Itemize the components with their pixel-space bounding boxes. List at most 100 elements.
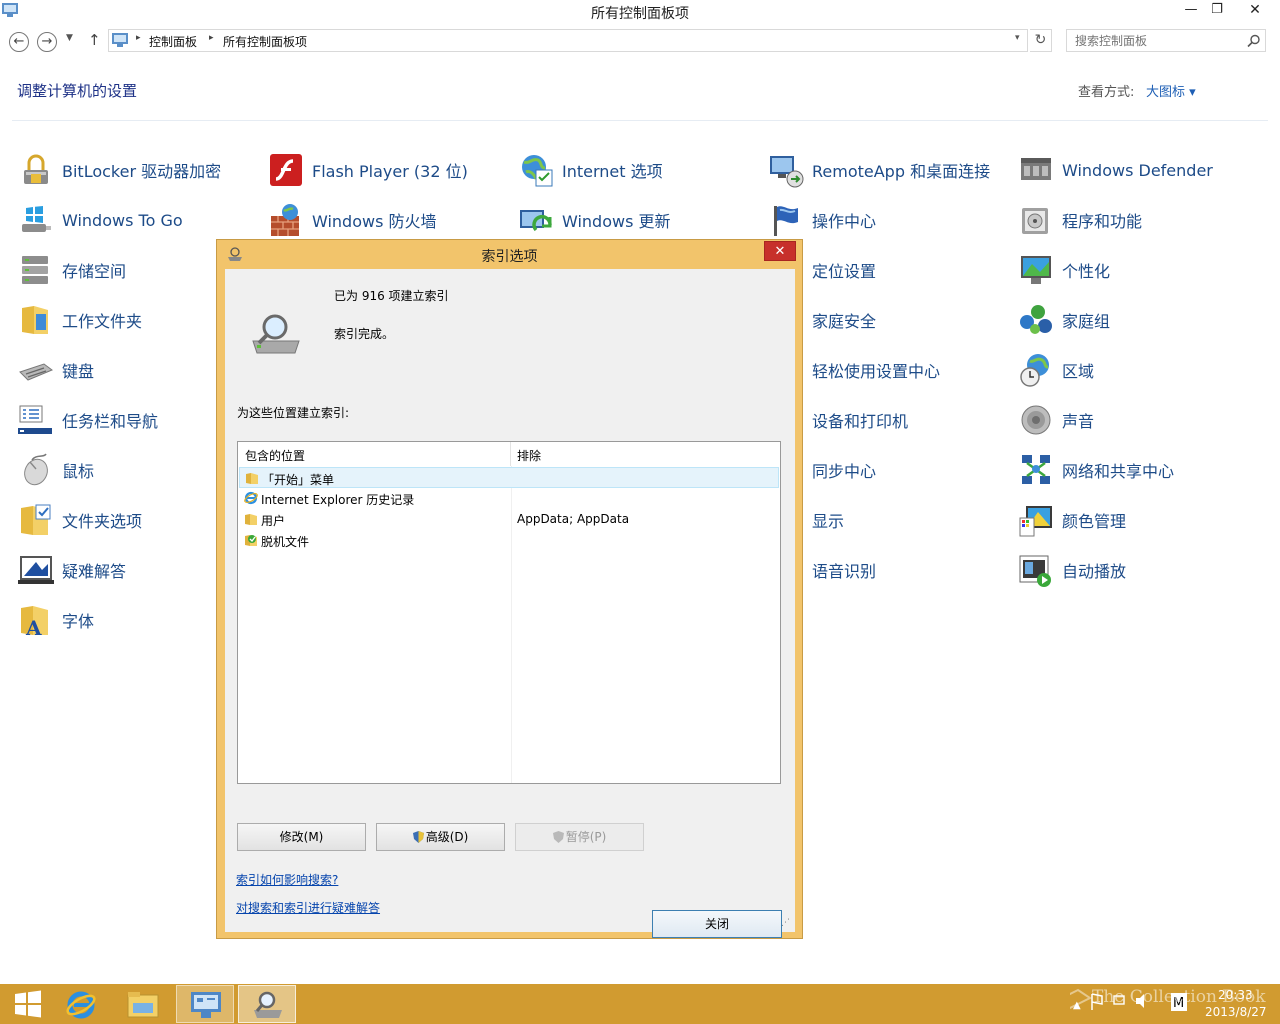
cp-item-label: 家庭安全 bbox=[812, 312, 877, 331]
cp-item-label: 疑难解答 bbox=[62, 562, 127, 581]
search-box[interactable] bbox=[1066, 29, 1266, 52]
indexed-location-row[interactable]: 脱机文件 bbox=[239, 530, 779, 551]
location-name: Internet Explorer 历史记录 bbox=[261, 493, 415, 507]
indexed-locations-list[interactable]: 包含的位置 排除 「开始」菜单 Internet Explorer 历史记录用户 A… bbox=[237, 441, 781, 784]
taskbar-indexing-options[interactable] bbox=[238, 985, 296, 1023]
window-title: 所有控制面板项 bbox=[591, 6, 689, 22]
keyboard-icon bbox=[19, 363, 53, 381]
clock-date[interactable]: 2013/8/27 bbox=[1205, 1005, 1267, 1019]
cp-item-taskbar[interactable]: 任务栏和导航 bbox=[18, 402, 158, 438]
cp-item-windows-to-go[interactable]: Windows To Go bbox=[18, 202, 183, 238]
bitlocker-icon bbox=[24, 154, 48, 184]
cp-item-label: Windows Defender bbox=[1062, 160, 1213, 180]
cp-item-label: 家庭组 bbox=[1062, 312, 1111, 331]
cp-item-defender[interactable]: Windows Defender bbox=[1018, 152, 1213, 188]
taskbar-internet-explorer[interactable] bbox=[52, 985, 110, 1023]
window-close-button[interactable]: ✕ bbox=[1232, 0, 1278, 22]
indexed-location-row[interactable]: Internet Explorer 历史记录 bbox=[239, 488, 779, 509]
cp-item-label: Windows 更新 bbox=[562, 212, 671, 231]
indexing-status-icon bbox=[252, 314, 300, 354]
cp-item-programs[interactable]: 程序和功能 bbox=[1018, 202, 1142, 238]
cp-item-troubleshooting[interactable]: 疑难解答 bbox=[18, 552, 126, 588]
cp-item-network[interactable]: 网络和共享中心 bbox=[1018, 452, 1174, 488]
cp-item-keyboard[interactable]: 键盘 bbox=[18, 352, 94, 388]
header-divider bbox=[12, 120, 1268, 121]
taskbar-control-panel[interactable] bbox=[176, 985, 234, 1023]
cp-item-bitlocker[interactable]: BitLocker 驱动器加密 bbox=[18, 152, 221, 188]
cp-item-label: 声音 bbox=[1062, 412, 1095, 431]
cp-item-work-folders[interactable]: 工作文件夹 bbox=[18, 302, 142, 338]
flash-icon bbox=[270, 154, 302, 186]
indexed-location-row[interactable]: 用户 AppData; AppData bbox=[239, 509, 779, 530]
advanced-button[interactable]: 高级(D) bbox=[376, 823, 505, 851]
dialog-body: 已为 916 项建立索引 索引完成。 为这些位置建立索引: 包含的位置 排除 「… bbox=[225, 269, 795, 938]
indexing-options-icon bbox=[254, 991, 282, 1018]
windows-to-go-icon bbox=[22, 206, 51, 232]
column-header-included[interactable]: 包含的位置 bbox=[238, 442, 511, 466]
internet-explorer-icon bbox=[66, 991, 96, 1019]
cp-item-internet-options[interactable]: Internet 选项 bbox=[518, 152, 663, 188]
view-by-dropdown[interactable]: 大图标 ▾ bbox=[1146, 81, 1196, 100]
indexed-location-row[interactable]: 「开始」菜单 bbox=[239, 467, 779, 488]
cp-item-action-center[interactable]: 操作中心 bbox=[768, 202, 876, 238]
cp-item-fonts[interactable]: A 字体 bbox=[18, 602, 94, 638]
cp-item-label: 轻松使用设置中心 bbox=[812, 362, 941, 381]
cp-item-label: 鼠标 bbox=[62, 462, 95, 481]
breadcrumb-separator[interactable]: ▸ bbox=[136, 33, 141, 43]
start-button[interactable] bbox=[0, 985, 58, 1023]
dialog-close-button[interactable]: ✕ bbox=[764, 241, 796, 261]
cp-item-storage-spaces[interactable]: 存储空间 bbox=[18, 252, 126, 288]
cp-item-label: Windows To Go bbox=[62, 210, 183, 230]
cp-item-color-management[interactable]: 颜色管理 bbox=[1018, 502, 1126, 538]
close-button[interactable]: 关闭 bbox=[652, 910, 782, 938]
cp-item-flash[interactable]: Flash Player (32 位) bbox=[268, 152, 468, 188]
cp-item-firewall[interactable]: Windows 防火墙 bbox=[268, 202, 437, 238]
cp-item-remoteapp[interactable]: RemoteApp 和桌面连接 bbox=[768, 152, 990, 188]
autoplay-icon bbox=[1019, 555, 1051, 587]
address-bar: ← → ▼ ↑ ▸ 控制面板 ▸ 所有控制面板项 ▾ ↻ bbox=[0, 24, 1280, 58]
work-folders-icon bbox=[22, 306, 48, 334]
personalization-icon bbox=[1021, 256, 1051, 284]
address-dropdown[interactable]: ▾ bbox=[1015, 33, 1020, 43]
troubleshoot-search-link[interactable]: 对搜索和索引进行疑难解答 bbox=[236, 899, 380, 916]
recent-locations-button[interactable]: ▼ bbox=[66, 33, 73, 43]
maximize-button[interactable]: ❐ bbox=[1204, 0, 1230, 22]
address-field[interactable]: ▸ 控制面板 ▸ 所有控制面板项 ▾ bbox=[108, 29, 1028, 52]
resize-grip[interactable]: ⋰ bbox=[781, 918, 790, 928]
taskbar-icon bbox=[18, 405, 52, 434]
indexed-items-count: 已为 916 项建立索引 bbox=[334, 289, 449, 303]
breadcrumb-control-panel[interactable]: 控制面板 bbox=[149, 33, 197, 50]
up-button[interactable]: ↑ bbox=[88, 31, 101, 49]
cp-item-label: 显示 bbox=[812, 512, 845, 531]
cp-item-sound[interactable]: 声音 bbox=[1018, 402, 1094, 438]
cp-item-folder-options[interactable]: 文件夹选项 bbox=[18, 502, 142, 538]
cp-item-homegroup[interactable]: 家庭组 bbox=[1018, 302, 1110, 338]
forward-button[interactable]: → bbox=[37, 32, 57, 52]
column-header-excluded[interactable]: 排除 bbox=[511, 442, 780, 466]
cp-item-mouse[interactable]: 鼠标 bbox=[18, 452, 94, 488]
cp-item-label: 定位设置 bbox=[812, 262, 877, 281]
pause-button[interactable]: 暂停(P) bbox=[515, 823, 644, 851]
location-name: 「开始」菜单 bbox=[262, 473, 335, 487]
refresh-button[interactable]: ↻ bbox=[1030, 29, 1052, 52]
cp-item-region[interactable]: 区域 bbox=[1018, 352, 1094, 388]
cp-item-autoplay[interactable]: 自动播放 bbox=[1018, 552, 1126, 588]
clock-time[interactable]: 20:33 bbox=[1218, 988, 1253, 1002]
modify-button[interactable]: 修改(M) bbox=[237, 823, 366, 851]
breadcrumb-separator[interactable]: ▸ bbox=[209, 33, 214, 43]
minimize-button[interactable]: — bbox=[1178, 0, 1204, 22]
cp-item-windows-update[interactable]: Windows 更新 bbox=[518, 202, 671, 238]
folder-options-icon bbox=[21, 504, 51, 535]
location-name: 用户 bbox=[261, 514, 286, 528]
how-indexing-affects-search-link[interactable]: 索引如何影响搜索? bbox=[236, 871, 338, 888]
homegroup-icon bbox=[1020, 305, 1052, 334]
cp-item-personalization[interactable]: 个性化 bbox=[1018, 252, 1110, 288]
cp-item-label: 文件夹选项 bbox=[62, 512, 143, 531]
taskbar-file-explorer[interactable] bbox=[114, 985, 172, 1023]
cp-item-label: RemoteApp 和桌面连接 bbox=[812, 162, 991, 181]
search-icon[interactable] bbox=[1247, 34, 1261, 48]
breadcrumb-all-items[interactable]: 所有控制面板项 bbox=[223, 33, 307, 50]
cp-item-label: 区域 bbox=[1062, 362, 1095, 381]
search-input[interactable] bbox=[1067, 30, 1237, 51]
back-button[interactable]: ← bbox=[9, 32, 29, 52]
